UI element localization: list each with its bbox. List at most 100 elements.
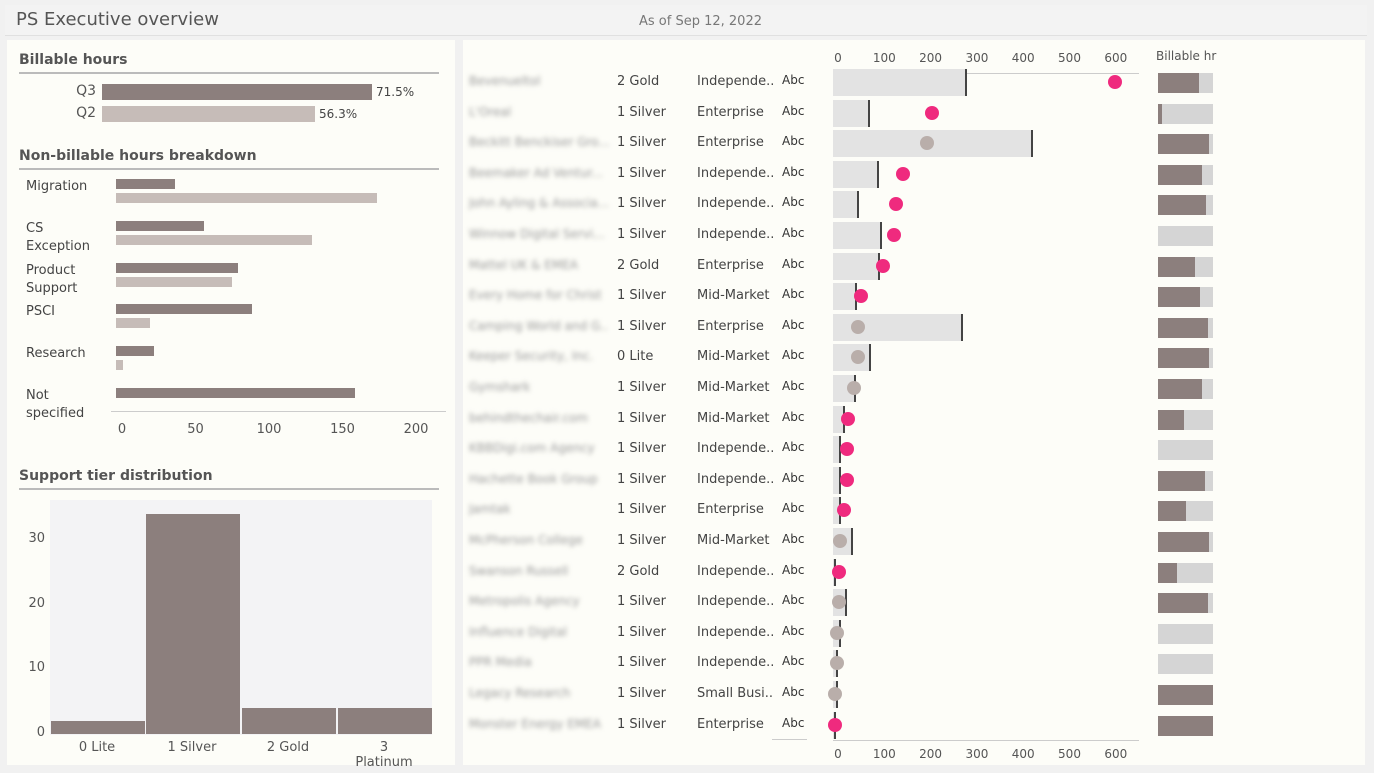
account-segment: Enterprise [697, 257, 764, 273]
account-name: Gymshark [469, 380, 531, 394]
tier-y-tick: 20 [28, 595, 45, 611]
tier-bar [146, 514, 240, 734]
billable-hr-bar [1158, 409, 1184, 430]
tier-category-label: 1 Silver [167, 740, 217, 755]
abc-label: Abc [782, 103, 805, 118]
account-name: Mattel UK & EMEA [469, 257, 579, 272]
account-dot [828, 687, 842, 701]
billable-hr-bar [1158, 164, 1202, 185]
nonbillable-title: Non-billable hours breakdown [19, 148, 257, 164]
account-name: Beemaker Ad Ventur... [469, 165, 603, 180]
account-name: L'Oreal [469, 104, 512, 119]
account-tier: 1 Silver [617, 104, 666, 120]
tier-chart-background [50, 500, 432, 735]
account-hours-bar [833, 252, 879, 280]
account-name: Camping World and G... [469, 318, 609, 333]
account-dot [840, 472, 854, 487]
as-of-date: As of Sep 12, 2022 [639, 14, 762, 29]
account-segment: Enterprise [697, 135, 764, 151]
account-reference-line [965, 69, 967, 96]
nonbillable-category-label: Research [26, 346, 86, 361]
billable-value: 56.3% [319, 107, 358, 121]
account-tier: 0 Lite [617, 349, 654, 365]
abc-label: Abc [782, 440, 805, 455]
tier-y-tick: 0 [36, 725, 45, 740]
account-hours-bar [833, 99, 869, 127]
account-name: Keeper Security, Inc. [469, 349, 594, 364]
account-tier: 1 Silver [617, 533, 666, 548]
billable-hr-bar [1158, 195, 1206, 216]
account-name: Metropolis Agency [469, 594, 580, 609]
account-reference-line [857, 191, 859, 219]
tier-category-label: 0 Lite [78, 740, 116, 755]
billable-hr-bar-bg [1158, 654, 1213, 675]
billable-hr-bar [1158, 562, 1177, 583]
support-tier-title: Support tier distribution [19, 468, 213, 484]
axis-tick-label: 500 [1058, 747, 1081, 761]
account-name: Legacy Research [469, 686, 571, 700]
account-segment: Independe.. [697, 227, 775, 242]
abc-label: Abc [782, 562, 805, 577]
billable-hours-title: Billable hours [19, 52, 128, 68]
account-dot [887, 228, 901, 242]
billable-hr-bar [1158, 715, 1213, 736]
tier-bar [242, 708, 336, 734]
account-tier: 1 Silver [617, 686, 666, 701]
axis-tick-label: 600 [1104, 747, 1128, 761]
tier-y-tick: 30 [28, 530, 45, 546]
tier-bar [51, 721, 145, 734]
account-name: Hachette Book Group [469, 471, 598, 486]
abc-label: Abc [782, 348, 805, 363]
account-reference-line [961, 313, 963, 341]
billable-bar [102, 84, 372, 100]
account-dot [1108, 75, 1122, 89]
account-tier: 1 Silver [617, 624, 666, 640]
abc-label: Abc [782, 409, 805, 424]
abc-label: Abc [782, 470, 805, 485]
abc-label: Abc [782, 715, 805, 730]
billable-hr-bar [1158, 103, 1162, 124]
account-dot [889, 197, 903, 212]
account-dot [840, 442, 854, 457]
account-name: Jamtak [469, 502, 511, 517]
billable-quarter-label: Q3 [76, 83, 96, 99]
abc-label: Abc [782, 73, 805, 87]
nonbillable-category-label: CS Exception [26, 221, 90, 254]
account-hours-bar [833, 283, 856, 311]
nonbillable-axis-line [111, 411, 446, 412]
nonbillable-q2-bar [116, 277, 232, 287]
axis-tick-label: 200 [403, 422, 429, 437]
account-segment: Enterprise [697, 716, 764, 732]
nonbillable-category-label: Product Support [26, 263, 78, 296]
axis-tick-label: 100 [872, 747, 896, 761]
account-name: Beckitt Benckiser Gro... [469, 135, 609, 150]
axis-tick-label: 600 [1104, 51, 1128, 65]
abc-label: Abc [782, 134, 805, 149]
account-name: McPherson College [469, 533, 583, 547]
billable-hr-bar-bg [1158, 440, 1213, 461]
account-tier: 1 Silver [617, 594, 666, 610]
nonbillable-category-label: Not specified [26, 388, 85, 421]
account-segment: Mid-Market [697, 533, 770, 548]
account-tier: 1 Silver [617, 196, 666, 212]
account-dot [876, 258, 890, 273]
account-hours-bar [833, 69, 966, 96]
account-reference-line [877, 160, 879, 188]
axis-tick-label: 400 [1011, 747, 1035, 761]
billable-quarter-label: Q2 [76, 105, 96, 121]
account-tier: 1 Silver [617, 655, 666, 671]
account-reference-line [869, 344, 871, 372]
account-name: behindthechair.com [469, 410, 589, 425]
account-dot [854, 289, 868, 304]
account-name: PPR Media [469, 655, 532, 670]
account-segment: Independe.. [697, 594, 775, 610]
tier-category-label: 3 Platinum [355, 740, 413, 770]
abc-label: Abc [782, 685, 805, 699]
account-hours-bar [833, 222, 881, 249]
account-segment: Enterprise [697, 104, 764, 120]
account-segment: Independe.. [697, 563, 775, 579]
account-tier: 1 Silver [617, 227, 666, 242]
account-segment: Mid-Market [697, 288, 770, 304]
axis-tick-label: 500 [1058, 51, 1081, 65]
account-reference-line [880, 222, 882, 249]
